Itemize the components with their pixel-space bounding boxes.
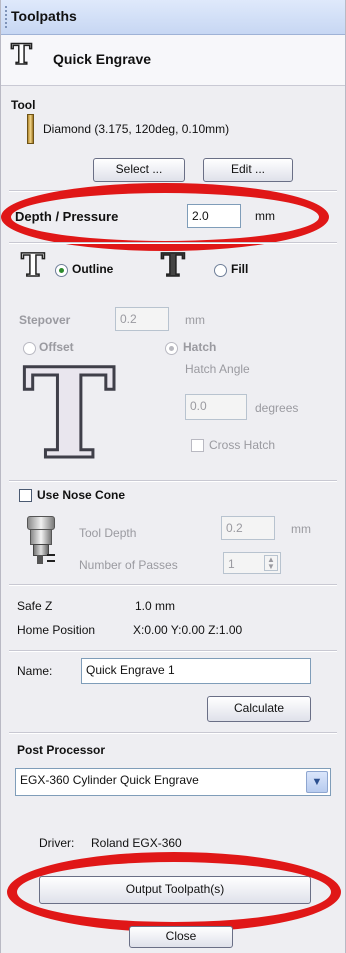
chevron-down-icon[interactable]: ▼ — [306, 771, 328, 793]
hatch-angle-label: Hatch Angle — [185, 362, 250, 376]
driver-value: Roland EGX-360 — [91, 836, 182, 850]
stepover-input[interactable]: 0.2 — [115, 307, 169, 331]
tool-depth-input[interactable]: 0.2 — [221, 516, 275, 540]
edit-tool-button[interactable]: Edit ... — [203, 158, 293, 182]
highlight-oval-output — [7, 852, 341, 932]
panel-titlebar: Toolpaths — [1, 0, 345, 35]
divider — [9, 242, 337, 244]
nose-cone-icon — [27, 516, 55, 564]
divider — [9, 732, 337, 734]
fill-radio[interactable] — [214, 264, 227, 277]
calculate-button[interactable]: Calculate — [207, 696, 311, 722]
stepover-label: Stepover — [19, 313, 71, 327]
home-position-label: Home Position — [17, 623, 96, 637]
post-processor-label: Post Processor — [17, 743, 106, 757]
close-button[interactable]: Close — [129, 926, 233, 948]
home-position-value: X:0.00 Y:0.00 Z:1.00 — [133, 623, 243, 637]
cross-hatch-label: Cross Hatch — [209, 438, 276, 452]
number-of-passes-input[interactable]: 1 ▲ ▼ — [223, 552, 281, 574]
toolpaths-panel: Toolpaths T Quick Engrave Tool Diamond (… — [0, 0, 346, 953]
fill-T-icon: T — [160, 246, 185, 284]
drag-grip-icon[interactable] — [5, 6, 7, 28]
use-nose-cone-label: Use Nose Cone — [37, 488, 126, 502]
panel-title: Toolpaths — [11, 8, 77, 24]
passes-value: 1 — [228, 557, 235, 571]
hatch-angle-input[interactable]: 0.0 — [185, 394, 247, 420]
toolpath-name-heading: Quick Engrave — [53, 51, 152, 67]
post-processor-select[interactable]: EGX-360 Cylinder Quick Engrave ▼ — [15, 768, 331, 796]
divider — [9, 584, 337, 586]
toolpath-name-input[interactable]: Quick Engrave 1 — [81, 658, 311, 684]
stepover-unit: mm — [185, 313, 205, 327]
divider — [9, 650, 337, 652]
toolpath-header: T Quick Engrave — [1, 35, 345, 86]
tool-section-label: Tool — [11, 98, 36, 112]
divider — [9, 480, 337, 482]
tool-depth-label: Tool Depth — [79, 526, 137, 540]
fill-label: Fill — [231, 262, 249, 276]
post-processor-selected: EGX-360 Cylinder Quick Engrave — [20, 773, 199, 787]
outline-radio[interactable] — [55, 264, 68, 277]
preview-T-letter: T — [21, 342, 116, 487]
hatch-radio[interactable] — [165, 342, 178, 355]
tool-depth-unit: mm — [291, 522, 311, 536]
hatch-angle-unit: degrees — [255, 401, 299, 415]
diamond-bit-icon — [27, 114, 34, 144]
safe-z-value: 1.0 mm — [135, 599, 176, 613]
use-nose-cone-checkbox[interactable] — [19, 489, 32, 502]
tool-name: Diamond (3.175, 120deg, 0.10mm) — [43, 122, 230, 136]
driver-label: Driver: — [39, 836, 75, 850]
safe-z-label: Safe Z — [17, 599, 53, 613]
cross-hatch-checkbox[interactable] — [191, 439, 204, 452]
hatch-label: Hatch — [183, 340, 217, 354]
passes-spinner-icon[interactable]: ▲ ▼ — [264, 555, 278, 571]
number-of-passes-label: Number of Passes — [79, 558, 178, 572]
outline-T-icon: T — [20, 246, 45, 284]
highlight-oval-depth — [1, 183, 329, 251]
select-tool-button[interactable]: Select ... — [93, 158, 185, 182]
name-label: Name: — [17, 664, 53, 678]
outline-label: Outline — [72, 262, 114, 276]
engrave-T-icon: T — [10, 38, 32, 71]
